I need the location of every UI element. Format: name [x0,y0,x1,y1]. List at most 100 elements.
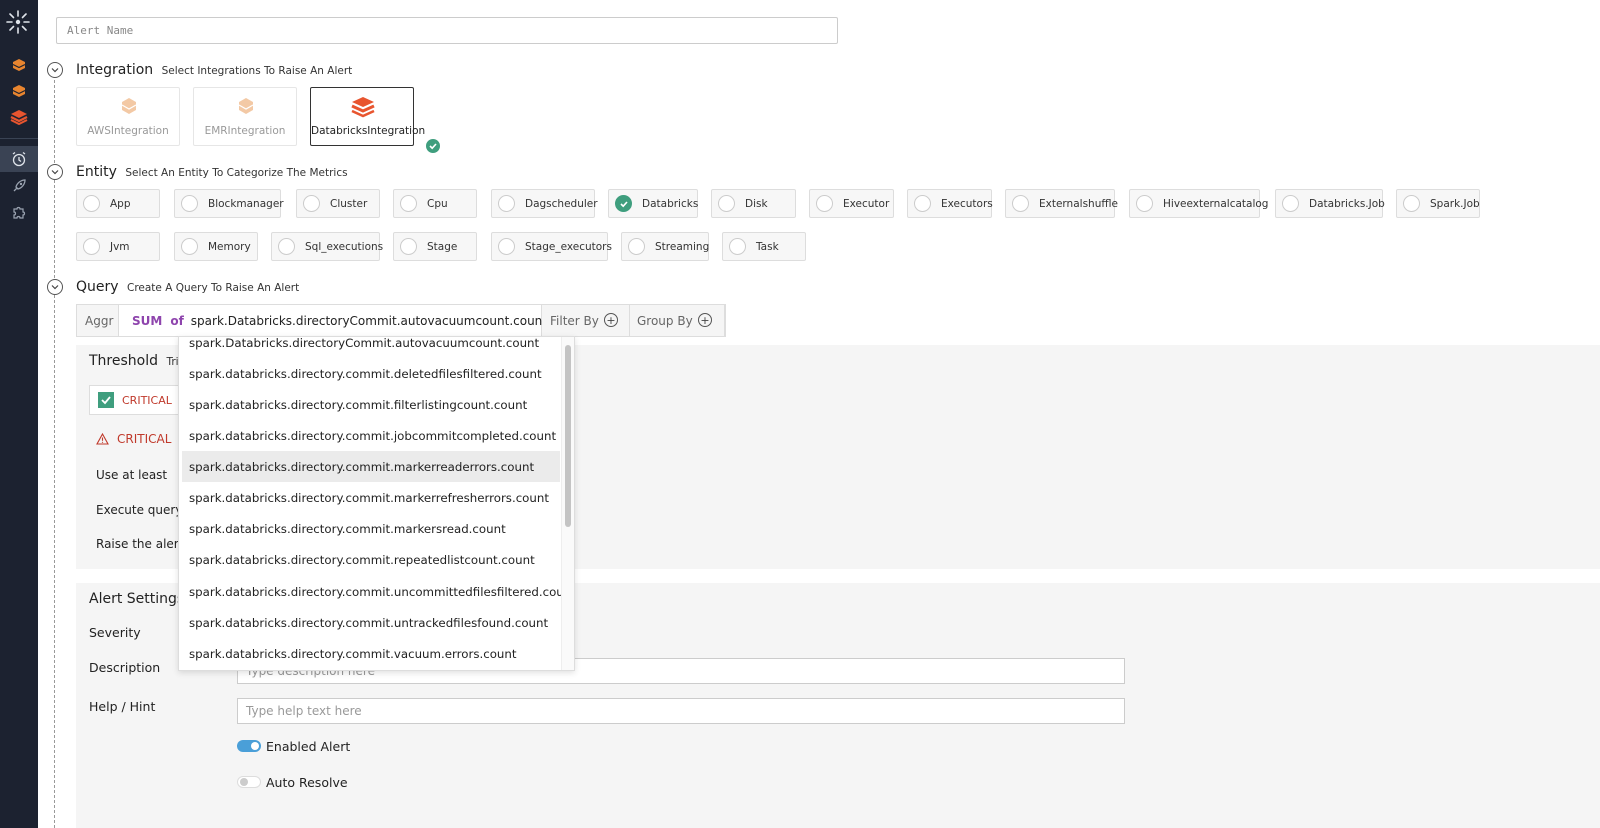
add-group-icon[interactable]: + [698,313,712,327]
radio-button[interactable] [718,195,735,212]
help-hint-input[interactable]: Type help text here [237,698,1125,724]
query-builder: Aggr SUM of spark.Databricks.directoryCo… [76,304,726,337]
radio-button[interactable] [1012,195,1029,212]
radio-button[interactable] [498,195,515,212]
radio-button[interactable] [1282,195,1299,212]
metric-option[interactable]: spark.databricks.directory.commit.uncomm… [182,576,574,607]
entity-option-externalshuffle[interactable]: Externalshuffle [1005,189,1118,218]
puzzle-icon[interactable] [0,200,38,226]
scrollbar-thumb[interactable] [565,345,571,527]
rocket-icon[interactable] [0,173,38,199]
metric-option[interactable]: spark.databricks.directory.commit.untrac… [182,607,560,638]
entity-option-disk[interactable]: Disk [711,189,796,218]
checkbox-checked-icon[interactable] [98,392,114,408]
entity-option-databricks-job[interactable]: Databricks.Job [1275,189,1385,218]
enabled-alert-toggle[interactable] [237,740,261,752]
use-at-least-label: Use at least [96,468,168,482]
entity-option-dagscheduler[interactable]: Dagscheduler [491,189,598,218]
critical-checkbox[interactable]: CRITICAL [89,385,179,415]
radio-button-checked[interactable] [615,195,632,212]
radio-button[interactable] [498,238,515,255]
chevron-down-icon [51,68,59,73]
entity-option-sql-executions[interactable]: Sql_executions [271,232,383,261]
radio-button[interactable] [181,238,198,255]
radio-button[interactable] [628,238,645,255]
sidebar-databricks-icon-1[interactable] [0,52,38,78]
entity-label: Streaming [655,240,710,253]
sidebar-databricks-icon-2[interactable] [0,78,38,104]
add-filter-icon[interactable]: + [604,313,618,327]
radio-button[interactable] [83,195,100,212]
metric-option-highlighted[interactable]: spark.databricks.directory.commit.marker… [182,451,560,482]
integration-card-databricks[interactable]: DatabricksIntegration [310,87,442,155]
entity-option-executor[interactable]: Executor [809,189,894,218]
radio-button[interactable] [303,195,320,212]
entity-collapse-toggle[interactable] [47,164,63,180]
integration-collapse-toggle[interactable] [47,62,63,78]
critical-warning-label: CRITICAL [117,432,172,446]
radio-button[interactable] [400,238,417,255]
metric-option[interactable]: spark.databricks.directory.commit.marker… [182,482,560,513]
entity-label: Externalshuffle [1039,197,1118,210]
entity-option-hiveexternalcatalog[interactable]: Hiveexternalcatalog [1129,189,1268,218]
entity-option-streaming[interactable]: Streaming [621,232,709,261]
radio-button[interactable] [278,238,295,255]
auto-resolve-toggle[interactable] [237,776,261,788]
metric-option[interactable]: spark.databricks.directory.commit.jobcom… [182,420,560,451]
entity-option-stage[interactable]: Stage [393,232,477,261]
entity-option-stage-executors[interactable]: Stage_executors [491,232,612,261]
radio-button[interactable] [729,238,746,255]
radio-button[interactable] [1403,195,1420,212]
metric-option[interactable]: spark.databricks.directory.commit.vacuum… [182,638,560,669]
query-collapse-toggle[interactable] [47,279,63,295]
filter-by-label: Filter By [550,313,599,328]
enabled-alert-label: Enabled Alert [266,739,351,754]
entity-option-task[interactable]: Task [722,232,806,261]
dropdown-scrollbar[interactable] [561,337,574,670]
group-by-label: Group By [637,313,693,328]
entity-label: Cpu [427,197,448,210]
metric-option[interactable]: spark.databricks.directory.commit.delete… [182,358,560,389]
entity-option-cluster[interactable]: Cluster [296,189,380,218]
entity-label: Stage [427,240,458,253]
metric-option[interactable]: spark.databricks.directory.commit.repeat… [182,544,560,575]
entity-option-spark-job[interactable]: Spark.Job [1396,189,1480,218]
radio-button[interactable] [181,195,198,212]
radio-button[interactable] [914,195,931,212]
metric-option[interactable]: spark.Databricks.directoryCommit.autovac… [182,337,560,358]
metric-option[interactable]: spark.databricks.directory.commit.filter… [182,389,560,420]
entity-option-cpu[interactable]: Cpu [393,189,477,218]
entity-label: Executors [941,197,993,210]
radio-button[interactable] [83,238,100,255]
section-connector-line [54,70,55,828]
emr-integration-icon [238,98,254,114]
agg-function[interactable]: SUM [132,314,162,328]
entity-option-memory[interactable]: Memory [174,232,258,261]
radio-button[interactable] [816,195,833,212]
integration-card-label: AWSIntegration [87,125,169,137]
query-subtitle: Create A Query To Raise An Alert [127,282,300,294]
radio-button[interactable] [400,195,417,212]
alarm-clock-icon[interactable] [0,146,38,172]
entity-option-databricks[interactable]: Databricks [608,189,698,218]
radio-button[interactable] [1136,195,1153,212]
entity-label: Disk [745,197,768,210]
sidebar-databricks-icon-3[interactable] [0,104,38,130]
entity-subtitle: Select An Entity To Categorize The Metri… [125,167,348,179]
integration-card-emr[interactable]: EMRIntegration [193,87,297,146]
alert-name-input[interactable]: Alert Name [56,17,838,44]
metric-option[interactable]: spark.databricks.directory.commit.marker… [182,513,560,544]
app-logo-icon[interactable] [4,8,32,36]
metric-selector[interactable]: SUM of spark.Databricks.directoryCommit.… [119,305,565,336]
entity-option-app[interactable]: App [76,189,160,218]
entity-label: Task [756,240,779,253]
entity-option-blockmanager[interactable]: Blockmanager [174,189,284,218]
entity-label: App [110,197,131,210]
chevron-down-icon [51,170,59,175]
execute-query-label: Execute query [96,503,183,517]
selected-metric[interactable]: spark.Databricks.directoryCommit.autovac… [191,314,547,328]
integration-card-aws[interactable]: AWSIntegration [76,87,180,146]
entity-option-jvm[interactable]: Jvm [76,232,160,261]
entity-option-executors[interactable]: Executors [907,189,993,218]
integration-card-label: EMRIntegration [204,125,286,137]
